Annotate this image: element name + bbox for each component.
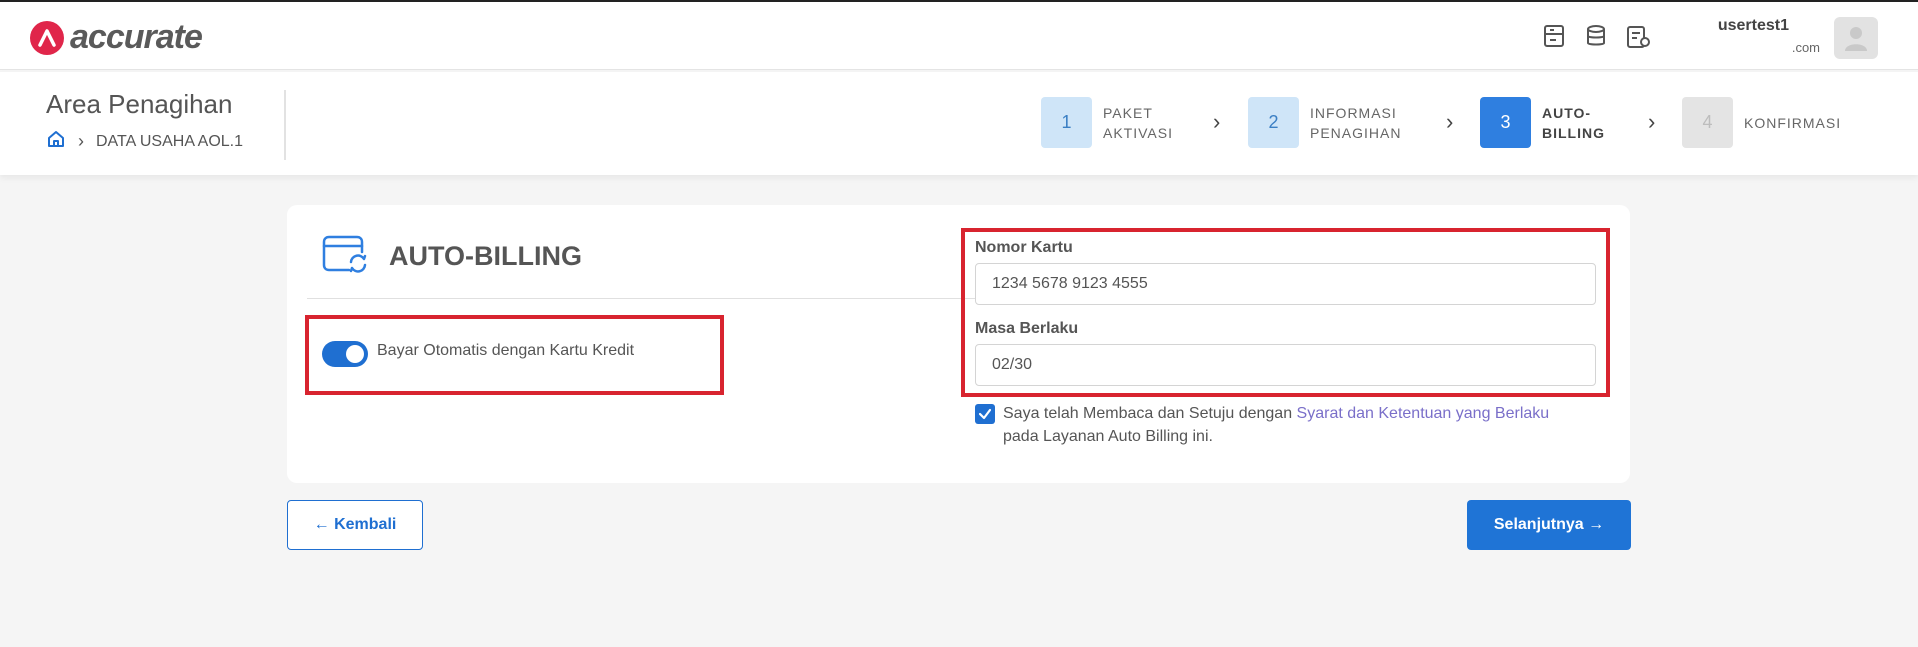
check-icon [978,408,992,420]
step-arrow-icon: › [1446,109,1454,134]
step-number: 3 [1480,97,1531,148]
page-title: Area Penagihan [46,89,233,119]
terms-checkbox[interactable] [975,404,995,424]
logo-mark-icon [30,20,64,55]
step-number: 1 [1041,97,1092,148]
card-title: AUTO-BILLING [389,241,582,271]
step-3[interactable]: 3 AUTO- BILLING [1480,97,1605,148]
top-bar: accurate usertest1 .com [0,0,1918,70]
back-button[interactable]: ← Kembali [287,500,423,550]
card-number-label: Nomor Kartu [975,239,1073,256]
breadcrumb-current: DATA USAHA AOL.1 [96,132,244,150]
page-header: Area Penagihan › DATA USAHA AOL.1 1 PAKE… [0,72,1918,175]
expiry-label: Masa Berlaku [975,320,1079,337]
bill-settings-icon[interactable] [1624,22,1652,50]
auto-pay-toggle-label: Bayar Otomatis dengan Kartu Kredit [377,342,635,359]
step-number: 2 [1248,97,1299,148]
accurate-logo[interactable]: accurate [30,18,203,57]
logo-text: accurate [70,18,203,56]
header-divider [284,90,286,160]
step-label: KONFIRMASI [1744,114,1842,131]
step-arrow-icon: › [1213,109,1221,134]
expiry-input[interactable] [975,344,1596,386]
database-icon[interactable] [1582,22,1610,50]
card-number-input[interactable] [975,263,1596,305]
card-divider [307,298,977,299]
step-label: PAKET AKTIVASI [1103,104,1173,141]
user-avatar-icon [1845,27,1867,51]
breadcrumb-chevron-icon: › [78,131,84,151]
step-1[interactable]: 1 PAKET AKTIVASI [1041,97,1173,148]
archive-icon[interactable] [1540,22,1568,50]
home-icon[interactable] [46,129,66,154]
credit-card-refresh-icon [321,234,369,281]
auto-pay-toggle[interactable] [322,341,368,367]
user-name: usertest1 [1717,17,1789,34]
next-button[interactable]: Selanjutnya → [1467,500,1631,550]
terms-text: Saya telah Membaca dan Setuju dengan Sya… [1003,405,1550,445]
user-email: .com [1791,40,1820,55]
terms-link[interactable]: Syarat dan Ketentuan yang Berlaku [1297,405,1550,422]
step-label: INFORMASI PENAGIHAN [1310,104,1402,141]
step-label: AUTO- BILLING [1542,104,1605,141]
avatar[interactable] [1834,17,1878,59]
breadcrumb: › DATA USAHA AOL.1 [46,129,243,154]
step-number: 4 [1682,97,1733,148]
step-arrow-icon: › [1648,109,1656,134]
step-2[interactable]: 2 INFORMASI PENAGIHAN [1248,97,1401,148]
auto-billing-card: AUTO-BILLING Bayar Otomatis dengan Kartu… [287,205,1630,483]
step-4[interactable]: 4 KONFIRMASI [1682,97,1841,148]
